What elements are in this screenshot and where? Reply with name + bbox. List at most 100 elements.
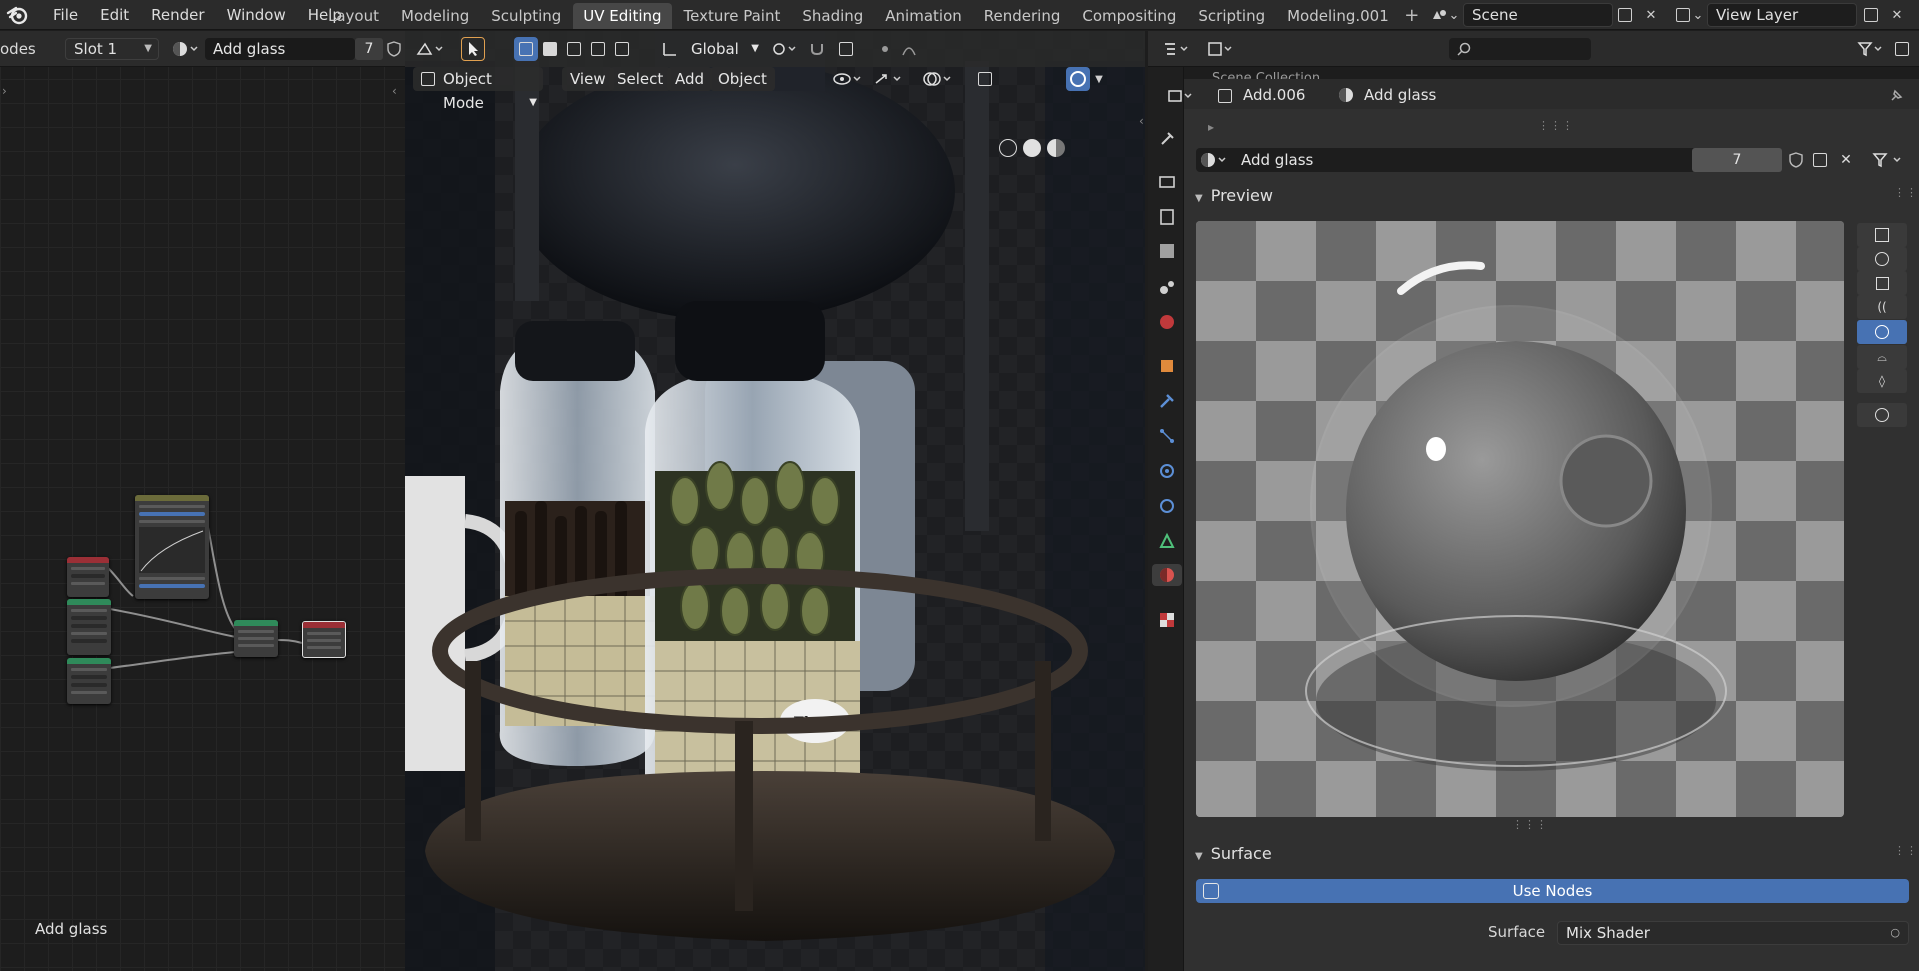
preview-shape-shaderball-button[interactable]: [1857, 320, 1907, 344]
tab-shading[interactable]: Shading: [792, 3, 873, 29]
viewport-menu-view[interactable]: View: [562, 67, 614, 91]
node-glass-green[interactable]: [67, 658, 111, 704]
material-browse-button[interactable]: [168, 38, 202, 60]
menu-window[interactable]: Window: [216, 0, 297, 30]
viewport-menu-object[interactable]: Object: [710, 67, 775, 91]
preview-shape-cube-button[interactable]: [1857, 271, 1907, 295]
tab-modeling[interactable]: Modeling: [391, 3, 479, 29]
visibility-eye-icon[interactable]: [829, 67, 867, 91]
tab-modeling-001[interactable]: Modeling.001: [1277, 3, 1399, 29]
pin-icon[interactable]: [1884, 84, 1908, 108]
panel-drag-handle[interactable]: ⋮⋮: [1894, 186, 1918, 199]
tab-uv-editing[interactable]: UV Editing: [573, 3, 672, 29]
menu-edit[interactable]: Edit: [89, 0, 140, 30]
preview-panel-header[interactable]: ▼ Preview: [1195, 186, 1273, 205]
view-layer-icon[interactable]: [1672, 5, 1694, 25]
context-material-name[interactable]: Add glass: [1364, 86, 1436, 104]
preview-shape-cloth-button[interactable]: ⌓: [1857, 345, 1907, 369]
blender-logo-icon[interactable]: [6, 4, 30, 26]
slot-dropdown[interactable]: Slot 1 ▼: [65, 38, 159, 60]
tab-compositing[interactable]: Compositing: [1072, 3, 1186, 29]
preview-world-button[interactable]: [1857, 403, 1907, 427]
filter-icon[interactable]: [1854, 37, 1888, 61]
orientation-dropdown[interactable]: Global ▼: [683, 37, 761, 61]
preview-resize-handle[interactable]: ⋮⋮⋮: [1512, 818, 1548, 831]
resize-handle[interactable]: ⋮⋮⋮: [1538, 119, 1574, 132]
surface-shader-field[interactable]: Mix Shader ○: [1557, 921, 1909, 945]
unlink-material-icon[interactable]: ✕: [1834, 148, 1858, 172]
tab-animation[interactable]: Animation: [875, 3, 971, 29]
material-name-field[interactable]: Add glass: [205, 38, 355, 60]
tab-render-icon[interactable]: [1156, 170, 1178, 192]
tab-view-layer-icon[interactable]: [1156, 240, 1178, 262]
context-object-name[interactable]: Add.006: [1243, 86, 1305, 104]
rendered-shading-button[interactable]: [1066, 67, 1090, 91]
material-users-count[interactable]: 7: [355, 38, 383, 60]
node-principled-green[interactable]: [67, 599, 111, 655]
delete-scene-icon[interactable]: ✕: [1640, 5, 1662, 25]
select-mode-invert-icon[interactable]: [586, 37, 610, 61]
orientation-icon[interactable]: [658, 37, 682, 61]
select-mode-subtract-icon[interactable]: [562, 37, 586, 61]
tab-tool-icon[interactable]: [1156, 128, 1178, 150]
sidebar-toggle-icon[interactable]: ›: [2, 84, 7, 98]
snap-icon[interactable]: [805, 37, 829, 61]
expand-slots-icon[interactable]: ▸: [1208, 120, 1214, 134]
scene-selector-icon[interactable]: [1428, 5, 1450, 25]
tab-texture-paint[interactable]: Texture Paint: [674, 3, 791, 29]
region-toggle-icon[interactable]: ‹: [1139, 114, 1144, 128]
select-mode-new-icon[interactable]: [514, 37, 538, 61]
add-workspace-button[interactable]: +: [1401, 3, 1423, 29]
material-preview-shading-icon[interactable]: [1047, 139, 1065, 157]
transform-gizmo-icon[interactable]: [413, 37, 449, 61]
tab-output-icon[interactable]: [1156, 206, 1178, 228]
chevron-down-icon[interactable]: ⌄: [1448, 5, 1460, 25]
fake-user-icon[interactable]: [1784, 148, 1808, 172]
new-view-layer-icon[interactable]: [1860, 5, 1882, 25]
tab-scene-icon[interactable]: [1156, 276, 1178, 298]
material-name-field[interactable]: Add glass: [1241, 148, 1313, 172]
viewport-menu-add[interactable]: Add: [667, 67, 713, 91]
new-collection-icon[interactable]: [1890, 37, 1914, 61]
xray-toggle-icon[interactable]: [973, 67, 997, 91]
tab-particles-icon[interactable]: [1156, 425, 1178, 447]
toolbar-toggle-icon[interactable]: ‹: [392, 84, 397, 98]
tab-physics-icon[interactable]: [1156, 460, 1178, 482]
tab-object-icon[interactable]: [1156, 355, 1178, 377]
solid-shading-icon[interactable]: [1023, 139, 1041, 157]
chevron-down-icon[interactable]: ⌄: [1692, 5, 1704, 25]
preview-shape-flat-button[interactable]: [1857, 223, 1907, 247]
duplicate-material-icon[interactable]: [1808, 148, 1832, 172]
select-tool-icon[interactable]: [461, 37, 485, 61]
proportional-edit-icon[interactable]: [873, 37, 897, 61]
node-mix-shader[interactable]: [234, 620, 278, 657]
snap-target-icon[interactable]: [829, 37, 863, 61]
select-mode-intersect-icon[interactable]: [610, 37, 634, 61]
tab-sculpting[interactable]: Sculpting: [481, 3, 571, 29]
delete-view-layer-icon[interactable]: ✕: [1886, 5, 1908, 25]
tab-world-icon[interactable]: [1156, 311, 1178, 333]
preview-shape-sphere-button[interactable]: [1857, 247, 1907, 271]
outliner-search-input[interactable]: [1449, 38, 1591, 60]
tab-material-icon[interactable]: [1152, 564, 1182, 586]
tab-rendering[interactable]: Rendering: [974, 3, 1071, 29]
3d-viewport[interactable]: [405, 31, 1145, 971]
tab-constraints-icon[interactable]: [1156, 495, 1178, 517]
panel-drag-handle[interactable]: ⋮⋮: [1894, 844, 1918, 857]
editor-menu-label[interactable]: odes: [0, 38, 36, 60]
node-material-output[interactable]: [302, 621, 346, 658]
new-scene-icon[interactable]: [1614, 5, 1636, 25]
gizmo-icon[interactable]: [869, 67, 907, 91]
properties-editor-type-icon[interactable]: [1164, 84, 1198, 108]
select-mode-extend-icon[interactable]: [538, 37, 562, 61]
display-mode-icon[interactable]: [1204, 37, 1238, 61]
tab-modifiers-icon[interactable]: [1156, 390, 1178, 412]
wireframe-shading-icon[interactable]: [999, 139, 1017, 157]
pivot-point-icon[interactable]: [768, 37, 802, 61]
tab-texture-icon[interactable]: [1156, 609, 1178, 631]
curve-graph[interactable]: [139, 527, 205, 573]
preview-shape-hair-button[interactable]: ((: [1857, 295, 1907, 319]
falloff-icon[interactable]: [898, 37, 932, 61]
editor-type-icon[interactable]: [1160, 37, 1194, 61]
viewport-menu-select[interactable]: Select: [609, 67, 672, 91]
